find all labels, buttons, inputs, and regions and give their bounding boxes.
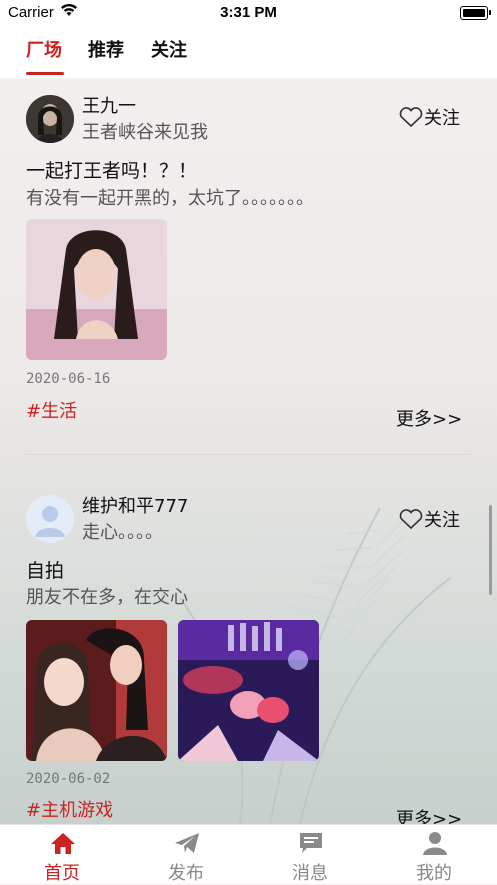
message-icon	[300, 833, 322, 853]
more-link[interactable]: 更多>>	[396, 405, 462, 431]
post-divider	[26, 454, 470, 455]
post-date: 2020-06-02	[26, 771, 111, 787]
send-icon	[175, 833, 199, 853]
user-signature: 王者峡谷来见我	[82, 122, 208, 143]
user-signature: 走心。。。。	[82, 522, 163, 543]
tab-following[interactable]: 关注	[151, 36, 187, 62]
user-icon	[423, 832, 447, 855]
heart-icon	[399, 107, 423, 128]
post-photo[interactable]	[178, 620, 319, 761]
nav-label: 消息	[292, 863, 328, 884]
tab-recommend[interactable]: 推荐	[88, 36, 124, 62]
nav-publish[interactable]: 发布	[124, 825, 248, 884]
post-title: 一起打王者吗！？！	[26, 160, 198, 182]
post-title: 自拍	[26, 560, 65, 582]
post-photo[interactable]	[26, 620, 167, 761]
bottom-tab-bar: 首页 发布 消息 我的	[0, 824, 497, 884]
avatar[interactable]	[26, 95, 74, 143]
follow-button[interactable]: 关注	[398, 104, 460, 130]
post-tag[interactable]: #生活	[26, 397, 77, 423]
battery-icon	[460, 6, 491, 20]
home-icon	[51, 833, 75, 854]
nav-profile[interactable]: 我的	[372, 825, 496, 884]
heart-icon	[399, 509, 423, 530]
selfie-photo	[26, 620, 167, 761]
nav-messages[interactable]: 消息	[248, 825, 372, 884]
follow-label: 关注	[424, 108, 460, 129]
more-link[interactable]: 更多>>	[396, 805, 462, 824]
avatar[interactable]	[26, 495, 74, 543]
active-tab-indicator	[26, 72, 64, 75]
clock: 3:31 PM	[220, 4, 277, 21]
username[interactable]: 王九一	[82, 92, 136, 118]
default-avatar-icon	[26, 495, 74, 543]
portrait-photo	[26, 219, 167, 360]
avatar-image	[26, 95, 74, 143]
post-photo[interactable]	[26, 219, 167, 360]
feed[interactable]: 王九一 王者峡谷来见我 关注 一起打王者吗！？！ 有没有一起开黑的，太坑了。。。…	[0, 78, 497, 824]
post-body: 朋友不在多，在交心	[26, 587, 188, 608]
nav-label: 我的	[416, 863, 452, 884]
nav-label: 首页	[44, 863, 80, 884]
scrollbar[interactable]	[489, 505, 492, 595]
top-tab-bar: 厂场 推荐 关注	[0, 26, 497, 78]
tab-square[interactable]: 厂场	[26, 36, 62, 62]
username[interactable]: 维护和平777	[82, 492, 188, 518]
post-body: 有没有一起开黑的，太坑了。。。。。。。	[26, 188, 314, 209]
follow-button[interactable]: 关注	[398, 506, 460, 532]
post-date: 2020-06-16	[26, 371, 111, 387]
status-bar: Carrier 3:31 PM	[0, 0, 497, 26]
post-tag[interactable]: #主机游戏	[26, 796, 113, 822]
follow-label: 关注	[424, 510, 460, 531]
nav-home[interactable]: 首页	[0, 825, 124, 884]
nav-label: 发布	[168, 863, 204, 884]
party-photo	[178, 620, 319, 761]
